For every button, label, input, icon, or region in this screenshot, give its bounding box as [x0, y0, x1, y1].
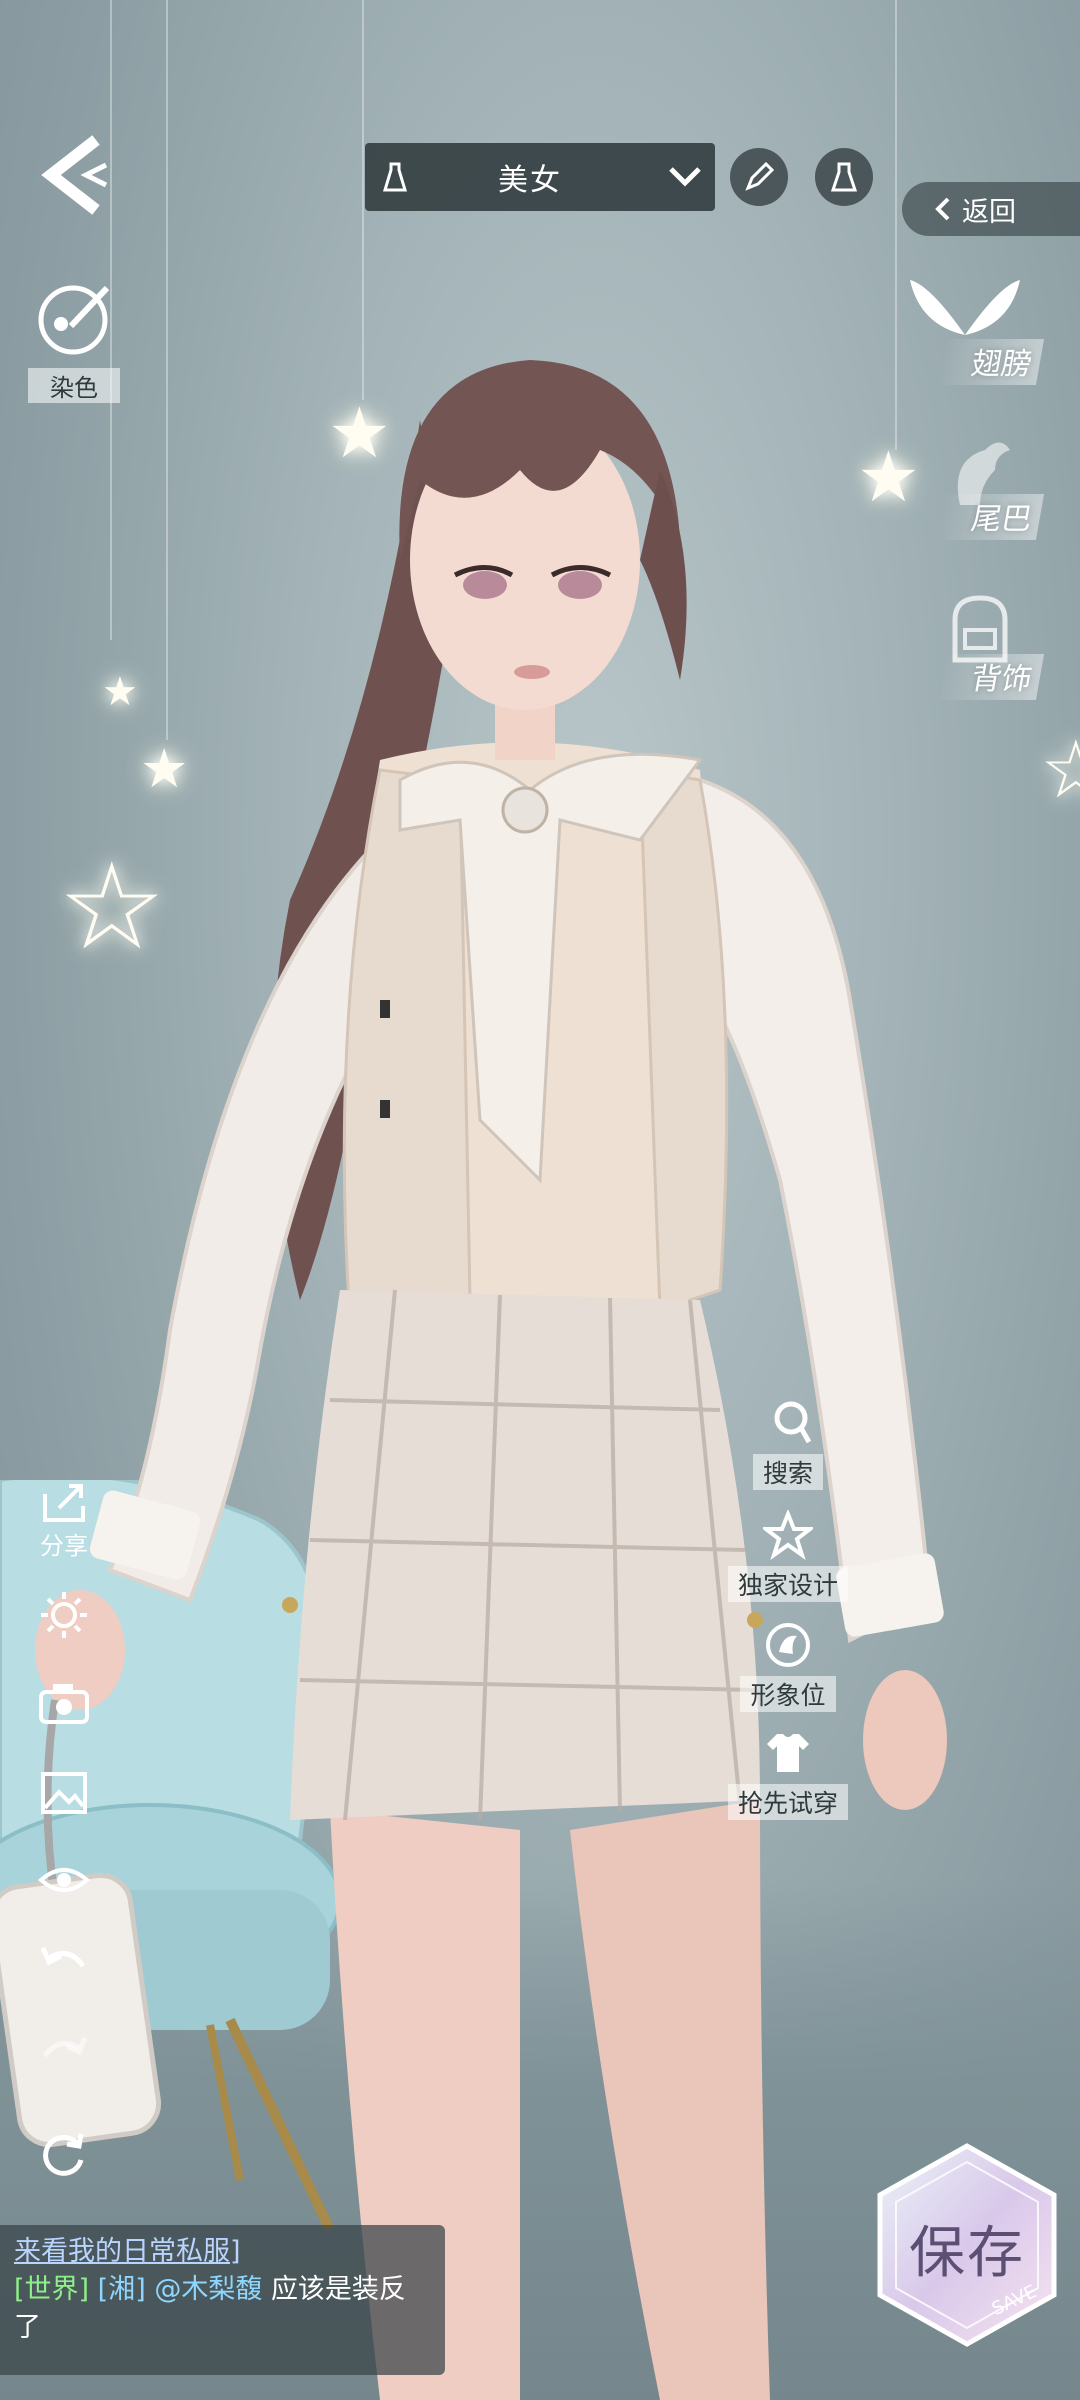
return-label: 返回: [962, 196, 1016, 228]
dressing-room-scene: ★ ★ ★ ☆ ★ ☆ 美女 返回 染色 翅膀 尾巴 背饰 搜索 独家设计 形象…: [0, 0, 1080, 2400]
undo-button[interactable]: [36, 1940, 92, 1984]
edit-pen-button[interactable]: [730, 148, 788, 206]
category-wings[interactable]: 翅膀: [890, 275, 1045, 395]
settings-button[interactable]: [36, 1590, 92, 1640]
action-label: 独家设计: [728, 1566, 849, 1602]
redo-icon: [42, 2037, 88, 2058]
share-label: 分享: [40, 1532, 88, 1560]
search-button[interactable]: 搜索: [728, 1398, 848, 1490]
dress-icon: [365, 160, 425, 194]
category-back-accessory[interactable]: 背饰: [890, 590, 1045, 710]
sun-settings-icon: [41, 1592, 87, 1638]
dye-button[interactable]: 染色: [22, 280, 126, 403]
chat-server: [湘]: [97, 2274, 146, 2305]
chat-username[interactable]: @木梨馥: [154, 2274, 262, 2305]
image-icon: [41, 1772, 87, 1814]
palette-brush-icon: [38, 285, 110, 355]
gallery-button[interactable]: [36, 1770, 92, 1816]
category-label: 尾巴: [937, 494, 1045, 540]
action-label: 抢先试穿: [728, 1784, 849, 1820]
return-button[interactable]: 返回: [902, 182, 1080, 236]
chevron-left-icon: [935, 197, 950, 221]
visibility-button[interactable]: [36, 1860, 92, 1900]
chat-box[interactable]: 来看我的日常私服] [世界] [湘] @木梨馥 应该是装反了: [0, 2225, 445, 2375]
save-label: 保存: [909, 2221, 1025, 2286]
camera-icon: [39, 1684, 89, 1724]
pen-icon: [745, 161, 775, 191]
shirt-icon: [767, 1734, 809, 1772]
category-label: 翅膀: [937, 339, 1045, 385]
outfit-button[interactable]: [815, 148, 873, 206]
dress-icon: [830, 162, 858, 192]
preset-dropdown[interactable]: 美女: [365, 143, 715, 211]
undo-icon: [40, 1947, 86, 1968]
save-button[interactable]: 保存 SAVE: [872, 2140, 1062, 2350]
try-on-first-button[interactable]: 抢先试穿: [728, 1728, 849, 1820]
category-label: 背饰: [937, 654, 1045, 700]
wings-icon: [910, 280, 1020, 335]
chat-channel: [世界]: [14, 2274, 90, 2305]
search-icon: [774, 1401, 812, 1444]
portrait-slot-button[interactable]: 形象位: [728, 1620, 848, 1712]
dye-label: 染色: [28, 368, 120, 403]
redo-button[interactable]: [36, 2030, 92, 2074]
reset-button[interactable]: [36, 2130, 92, 2180]
action-label: 搜索: [752, 1454, 823, 1490]
share-button[interactable]: 分享: [36, 1480, 92, 1561]
camera-button[interactable]: [36, 1680, 92, 1726]
exclusive-design-button[interactable]: 独家设计: [728, 1508, 849, 1602]
back-chevron-icon[interactable]: [36, 130, 116, 220]
refresh-icon: [43, 2133, 84, 2176]
share-icon: [43, 1484, 85, 1522]
chevron-down-icon: [655, 165, 715, 189]
action-label: 形象位: [740, 1676, 836, 1712]
star-icon: [760, 1508, 816, 1561]
preset-label: 美女: [498, 163, 562, 198]
portrait-icon: [766, 1623, 810, 1667]
eye-icon: [37, 1868, 91, 1892]
category-tail[interactable]: 尾巴: [890, 430, 1045, 550]
chat-topic-link[interactable]: 来看我的日常私服]: [14, 2236, 241, 2267]
